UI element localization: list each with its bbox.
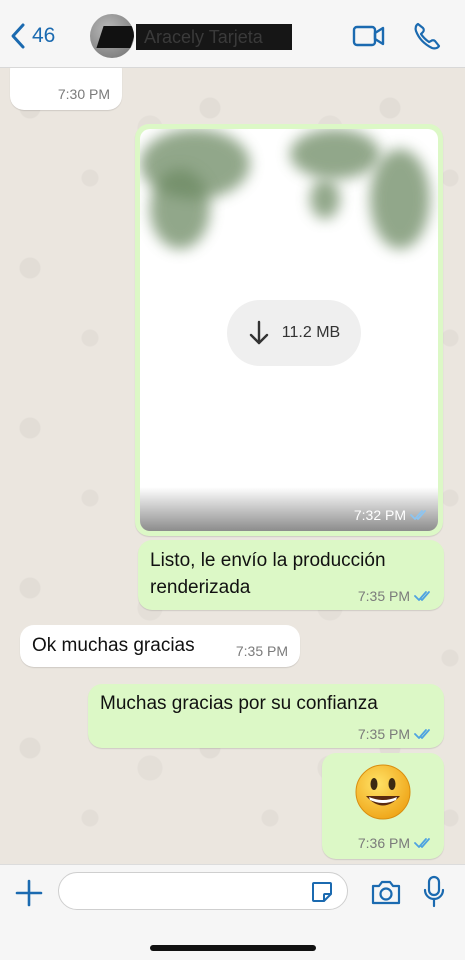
plus-icon: [15, 879, 43, 907]
outgoing-text-message[interactable]: Listo, le envío la producción renderizad…: [138, 540, 444, 610]
avatar[interactable]: [90, 14, 134, 58]
unread-count: 46: [32, 24, 56, 47]
chevron-left-icon: [11, 23, 25, 49]
message-input[interactable]: [58, 872, 348, 910]
message-time: 7:35 PM: [357, 588, 410, 604]
blurred-foliage: [310, 179, 340, 219]
smiley-emoji: [355, 764, 411, 820]
back-button[interactable]: 46: [10, 20, 55, 52]
outgoing-emoji-message[interactable]: 7:36 PM: [322, 753, 444, 859]
contact-name[interactable]: Aracely Tarjeta: [136, 24, 292, 50]
blurred-foliage: [290, 129, 380, 179]
incoming-text-message[interactable]: Ok muchas gracias 7:35 PM: [20, 625, 300, 667]
double-check-icon: [414, 838, 430, 848]
double-check-icon: [414, 729, 430, 739]
double-check-icon: [414, 591, 430, 601]
download-button[interactable]: 11.2 MB: [227, 300, 361, 366]
message-time: 7:36 PM: [357, 835, 410, 851]
home-indicator: [150, 945, 316, 951]
message-time: 7:32 PM: [353, 507, 406, 523]
video-call-button[interactable]: [352, 20, 386, 52]
sticker-icon: [312, 882, 332, 902]
blurred-foliage: [370, 149, 430, 249]
outgoing-image-message[interactable]: 11.2 MB 7:32 PM: [135, 124, 443, 536]
message-meta: 7:35 PM: [358, 588, 434, 604]
message-text: Muchas gracias por su confianza: [100, 693, 378, 714]
camera-button[interactable]: [370, 878, 402, 906]
message-meta: 7:36 PM: [358, 835, 434, 851]
composer-bar: [0, 864, 465, 960]
sticker-button[interactable]: [310, 880, 334, 904]
message-meta: 7:35 PM: [358, 726, 434, 742]
message-meta: 7:32 PM: [354, 507, 430, 523]
message-time: 7:30 PM: [57, 86, 110, 102]
double-check-icon: [410, 510, 426, 520]
redaction-mark: [96, 26, 134, 48]
message-text: Ok muchas gracias: [32, 635, 195, 656]
download-arrow-icon: [249, 320, 268, 345]
incoming-sticker-message[interactable]: 7:30 PM: [10, 68, 122, 110]
message-time: 7:35 PM: [357, 726, 410, 742]
chat-header: 46 Aracely Tarjeta: [0, 0, 465, 68]
camera-icon: [371, 880, 401, 905]
chat-area[interactable]: 7:30 PM 11.2 MB 7:32 PM Listo, le envío …: [0, 68, 465, 864]
voice-call-button[interactable]: [412, 20, 446, 52]
phone-icon: [414, 22, 441, 50]
microphone-button[interactable]: [423, 875, 445, 909]
microphone-icon: [423, 875, 445, 908]
attach-button[interactable]: [14, 878, 44, 908]
blurred-foliage: [150, 169, 210, 249]
file-size: 11.2 MB: [281, 324, 341, 341]
outgoing-text-message[interactable]: Muchas gracias por su confianza 7:35 PM: [88, 684, 444, 748]
message-time: 7:35 PM: [235, 643, 288, 659]
video-camera-icon: [352, 25, 385, 47]
image-preview[interactable]: 11.2 MB 7:32 PM: [140, 129, 438, 531]
